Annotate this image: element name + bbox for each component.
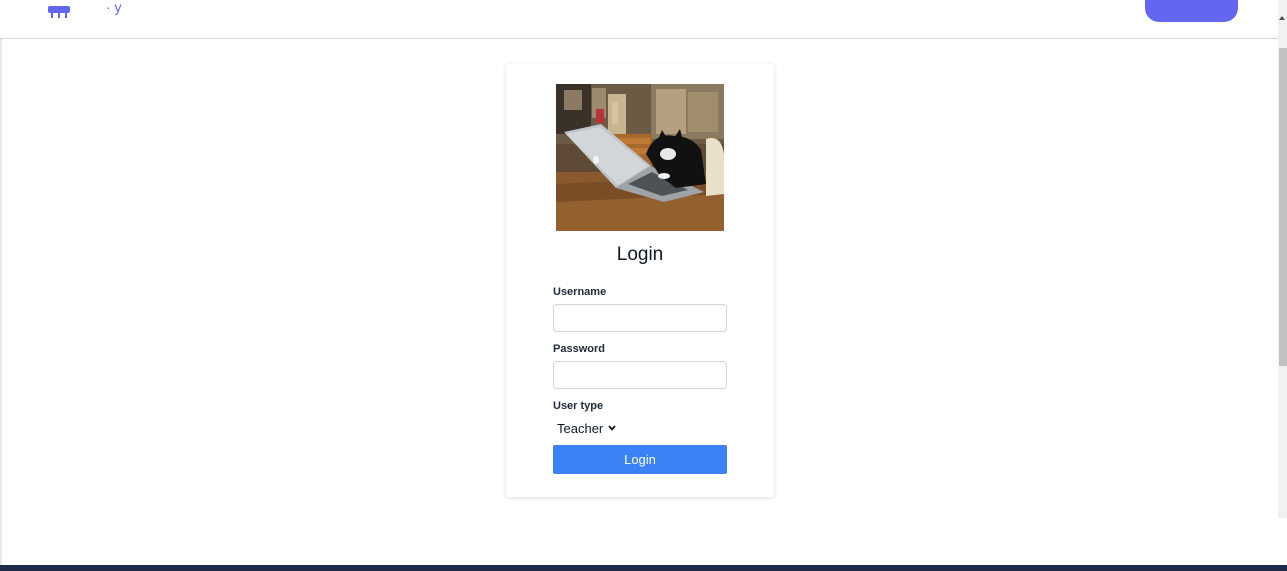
nav-action-button[interactable]	[1145, 0, 1238, 22]
scrollbar-thumb[interactable]	[1279, 48, 1287, 366]
page-footer	[0, 565, 1287, 571]
page-left-edge	[0, 0, 2, 571]
password-input[interactable]	[553, 361, 727, 389]
username-input[interactable]	[553, 304, 727, 332]
username-label: Username	[553, 286, 607, 298]
login-image	[556, 84, 724, 231]
login-card: Login Username Password User type Teache…	[506, 64, 774, 497]
password-label: Password	[553, 343, 605, 355]
chevron-down-icon	[608, 425, 616, 431]
top-navbar: · y	[0, 0, 1278, 39]
user-type-select[interactable]: Teacher	[553, 418, 617, 438]
login-title: Login	[616, 244, 664, 265]
logo-icon[interactable]	[46, 6, 72, 20]
user-type-selected-value: Teacher	[557, 420, 604, 436]
scroll-up-arrow-icon[interactable]	[1279, 16, 1285, 20]
brand-name[interactable]: · y	[106, 0, 122, 16]
user-type-label: User type	[553, 400, 604, 412]
cat-laptop-photo	[556, 84, 724, 231]
login-button[interactable]: Login	[553, 445, 727, 474]
page-scrollbar[interactable]	[1278, 0, 1287, 518]
